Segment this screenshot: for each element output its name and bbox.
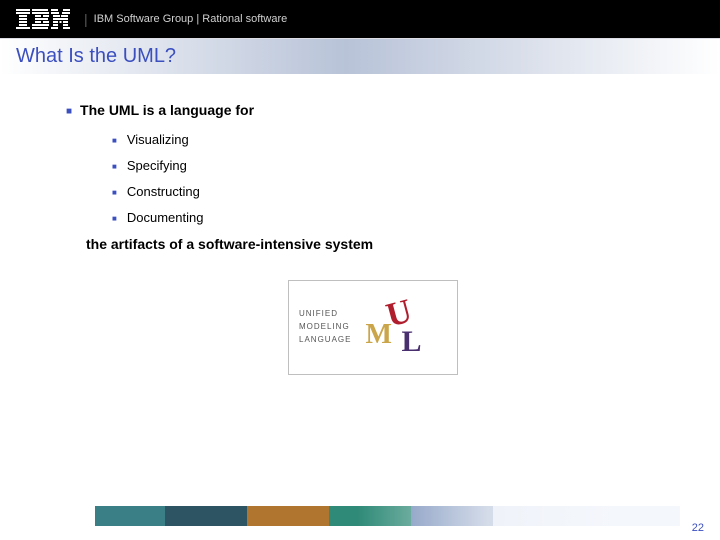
header-divider: | <box>84 11 88 27</box>
footer: 22 <box>0 506 720 528</box>
square-bullet-icon: ■ <box>112 136 117 145</box>
square-bullet-icon: ■ <box>112 162 117 171</box>
outro-line: the artifacts of a software-intensive sy… <box>66 236 680 252</box>
intro-line: ■ The UML is a language for <box>66 102 680 118</box>
square-bullet-icon: ■ <box>112 188 117 197</box>
page-title: What Is the UML? <box>16 45 176 68</box>
uml-text-line: UNIFIED <box>299 308 351 321</box>
footer-decorative-strip <box>95 506 680 526</box>
uml-logo: UNIFIED MODELING LANGUAGE U M L <box>288 280 458 375</box>
uml-text-line: MODELING <box>299 321 351 334</box>
bullet-text: Visualizing <box>127 132 189 147</box>
uml-text-line: LANGUAGE <box>299 334 351 347</box>
list-item: ■ Specifying <box>112 158 680 173</box>
bullet-text: Specifying <box>127 158 187 173</box>
list-item: ■ Documenting <box>112 210 680 225</box>
list-item: ■ Visualizing <box>112 132 680 147</box>
uml-m-icon: M <box>365 319 391 351</box>
ibm-logo <box>16 9 70 29</box>
bullet-text: Documenting <box>127 210 204 225</box>
title-band: What Is the UML? <box>0 38 720 74</box>
bullet-text: Constructing <box>127 184 200 199</box>
uml-logo-text: UNIFIED MODELING LANGUAGE <box>299 308 351 346</box>
slide-content: ■ The UML is a language for ■ Visualizing … <box>0 74 720 375</box>
square-bullet-icon: ■ <box>112 214 117 223</box>
square-bullet-icon: ■ <box>66 106 72 117</box>
bullet-list: ■ Visualizing ■ Specifying ■ Constructing ■… <box>66 132 680 225</box>
header-bar: | IBM Software Group | Rational software <box>0 0 720 38</box>
intro-text: The UML is a language for <box>80 102 254 118</box>
list-item: ■ Constructing <box>112 184 680 199</box>
header-group-text: IBM Software Group | Rational software <box>94 13 288 25</box>
uml-glyph-icon: U M L <box>359 293 429 363</box>
uml-l-icon: L <box>401 325 421 359</box>
page-number: 22 <box>692 522 704 534</box>
